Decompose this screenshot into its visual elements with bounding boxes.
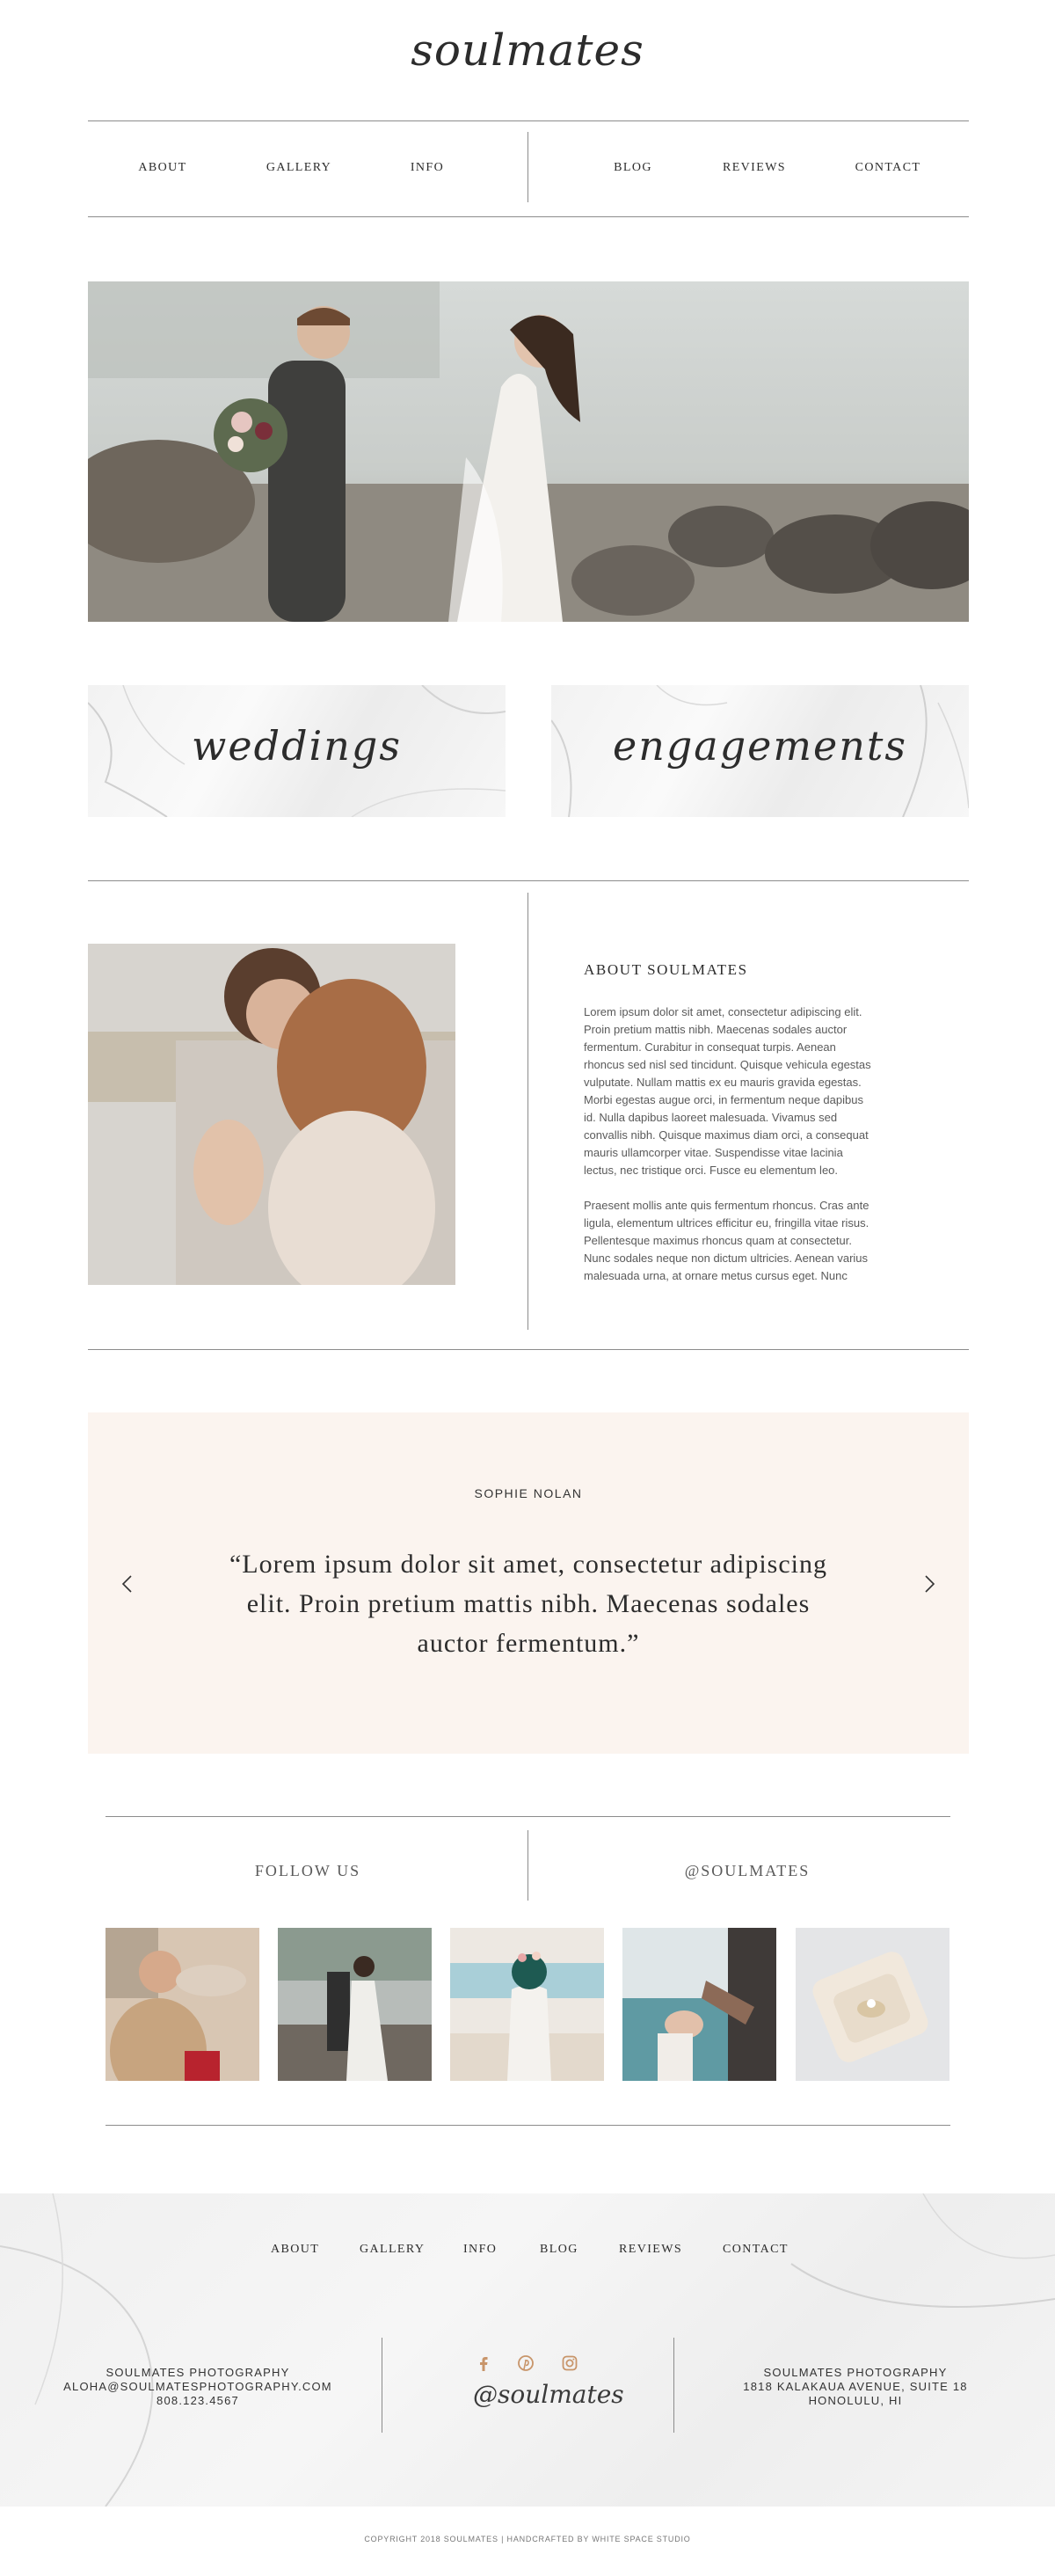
footer-address-right: SOULMATES PHOTOGRAPHY 1818 KALAKAUA AVEN… bbox=[719, 2366, 992, 2408]
testimonial-author: SOPHIE NOLAN bbox=[474, 1486, 583, 1500]
about-title: ABOUT SOULMATES bbox=[584, 961, 748, 978]
footer-street: 1818 KALAKAUA AVENUE, SUITE 18 bbox=[743, 2380, 968, 2393]
chevron-left-icon[interactable] bbox=[114, 1571, 141, 1597]
follow-rule-bottom bbox=[106, 2125, 950, 2126]
testimonial-quote: “Lorem ipsum dolor sit amet, consectetur… bbox=[229, 1550, 827, 1658]
instagram-handle[interactable]: @SOULMATES bbox=[642, 1862, 853, 1880]
engagements-card[interactable]: engagements bbox=[551, 685, 969, 817]
footer-email[interactable]: ALOHA@SOULMATESPHOTOGRAPHY.COM bbox=[53, 2380, 343, 2394]
footer-divider-right bbox=[673, 2338, 674, 2433]
footer-nav-info[interactable]: INFO bbox=[463, 2243, 497, 2257]
instagram-thumb[interactable] bbox=[450, 1928, 604, 2081]
facebook-icon[interactable] bbox=[474, 2353, 493, 2373]
follow-us-label: FOLLOW US bbox=[254, 1862, 361, 1879]
instagram-thumb[interactable] bbox=[796, 1928, 950, 2081]
nav-reviews[interactable]: REVIEWS bbox=[710, 161, 798, 175]
footer-nav-about[interactable]: ABOUT bbox=[271, 2243, 319, 2257]
testimonial-section: SOPHIE NOLAN “Lorem ipsum dolor sit amet… bbox=[88, 1412, 969, 1754]
footer bbox=[0, 2193, 1055, 2507]
about-paragraph-1: Lorem ipsum dolor sit amet, consectetur … bbox=[584, 1005, 871, 1177]
footer-contact-left: SOULMATES PHOTOGRAPHY ALOHA@SOULMATESPHO… bbox=[53, 2366, 343, 2408]
marble-texture bbox=[0, 2193, 1055, 2507]
copyright: COPYRIGHT 2018 SOULMATES | HANDCRAFTED B… bbox=[364, 2535, 691, 2543]
site-logo[interactable]: soulmates bbox=[0, 25, 1055, 76]
pinterest-icon[interactable] bbox=[516, 2353, 535, 2373]
weddings-card[interactable]: weddings bbox=[88, 685, 506, 817]
nav-blog[interactable]: BLOG bbox=[598, 161, 668, 175]
weddings-label: weddings bbox=[192, 722, 402, 770]
about-rule-bottom bbox=[88, 1349, 969, 1350]
follow-rule-top bbox=[106, 1816, 950, 1817]
footer-nav-gallery[interactable]: GALLERY bbox=[360, 2243, 425, 2257]
nav-about[interactable]: ABOUT bbox=[123, 161, 202, 175]
instagram-thumb[interactable] bbox=[106, 1928, 259, 2081]
chevron-right-icon[interactable] bbox=[916, 1571, 942, 1597]
about-paragraph-2: Praesent mollis ante quis fermentum rhon… bbox=[584, 1199, 869, 1282]
header-rule-top bbox=[88, 120, 969, 121]
footer-company-name: SOULMATES PHOTOGRAPHY bbox=[763, 2366, 948, 2379]
instagram-thumb[interactable] bbox=[622, 1928, 776, 2081]
engagements-label: engagements bbox=[613, 722, 907, 770]
nav-gallery[interactable]: GALLERY bbox=[255, 161, 343, 175]
footer-nav-blog[interactable]: BLOG bbox=[540, 2243, 578, 2257]
hero-photo bbox=[88, 281, 969, 622]
footer-signature: @soulmates bbox=[473, 2380, 624, 2409]
instagram-thumb[interactable] bbox=[278, 1928, 432, 2081]
about-photo bbox=[88, 944, 455, 1285]
footer-nav-reviews[interactable]: REVIEWS bbox=[619, 2243, 682, 2257]
footer-company-name: SOULMATES PHOTOGRAPHY bbox=[106, 2366, 290, 2379]
nav-info[interactable]: INFO bbox=[392, 161, 462, 175]
footer-city: HONOLULU, HI bbox=[808, 2394, 903, 2407]
instagram-icon[interactable] bbox=[560, 2353, 579, 2373]
footer-phone[interactable]: 808.123.4567 bbox=[53, 2394, 343, 2408]
header-rule-bottom bbox=[88, 216, 969, 217]
footer-nav-contact[interactable]: CONTACT bbox=[723, 2243, 789, 2257]
about-rule-top bbox=[88, 880, 969, 881]
nav-contact[interactable]: CONTACT bbox=[844, 161, 932, 175]
